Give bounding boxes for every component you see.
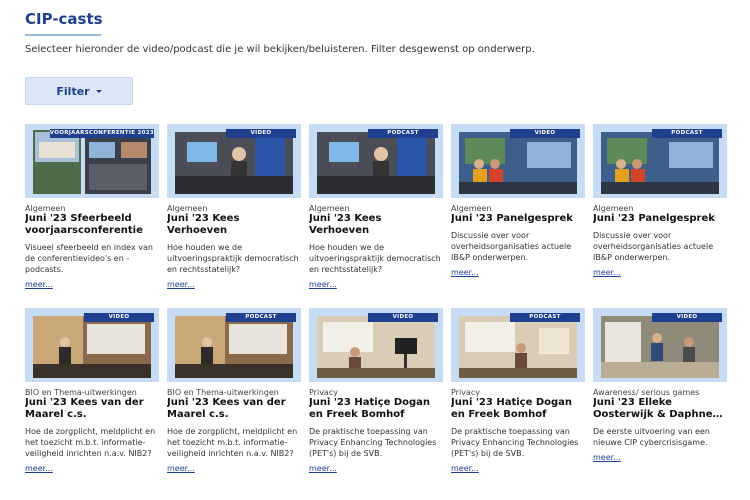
card-thumbnail[interactable]: VOORJAARSCONFERENTIE 2023 [25,124,159,198]
card-thumbnail[interactable]: VIDEO [309,308,443,382]
card-more-link[interactable]: meer... [593,268,727,277]
card-description: Discussie over voor overheidsorganisatie… [451,231,572,262]
card-category: Privacy [309,388,338,397]
card-more-link[interactable]: meer... [25,280,159,289]
media-type-badge: PODCAST [652,129,722,138]
card-title[interactable]: Juni '23 Kees Verhoeven [167,213,301,237]
card-more-link[interactable]: meer... [25,464,159,473]
card-title[interactable]: Juni '23 Kees van der Maarel c.s. [167,397,301,421]
media-type-badge: VOORJAARSCONFERENTIE 2023 [49,129,154,138]
card-category: Algemeen [167,204,208,213]
media-type-badge: VIDEO [652,313,722,322]
card-category: Privacy [451,388,480,397]
cast-card: PODCAST Algemeen Juni '23 Panelgesprek D… [593,124,727,277]
card-more-link[interactable]: meer... [309,464,443,473]
filter-button[interactable]: Filter [25,77,133,105]
card-title[interactable]: Juni '23 Elleke Oosterwijk & Daphne… [593,397,727,421]
card-more-link[interactable]: meer... [167,464,301,473]
card-thumbnail[interactable]: VIDEO [593,308,727,382]
cast-card: VOORJAARSCONFERENTIE 2023 Algemeen Juni … [25,124,159,289]
card-description: Hoe houden we de uitvoeringspraktijk dem… [167,243,299,274]
card-title[interactable]: Juni '23 Kees Verhoeven [309,213,443,237]
card-more-link[interactable]: meer... [167,280,301,289]
caret-down-icon [95,89,102,93]
card-title[interactable]: Juni '23 Panelgesprek [451,213,585,225]
card-category: Algemeen [309,204,350,213]
card-title[interactable]: Juni '23 Hatiçe Dogan en Freek Bomhof [309,397,443,421]
media-type-badge: VIDEO [368,313,438,322]
card-title[interactable]: Juni '23 Panelgesprek [593,213,727,225]
card-description: Hoe de zorgplicht, meldplicht en het toe… [167,427,298,458]
media-type-badge: PODCAST [226,313,296,322]
media-type-badge: PODCAST [368,129,438,138]
card-description: Hoe houden we de uitvoeringspraktijk dem… [309,243,441,274]
card-title[interactable]: Juni '23 Hatiçe Dogan en Freek Bomhof [451,397,585,421]
filter-button-label: Filter [56,84,90,98]
media-type-badge: VIDEO [226,129,296,138]
card-thumbnail[interactable]: PODCAST [167,308,301,382]
card-description: De praktische toepassing van Privacy Enh… [451,427,579,458]
cast-card: VIDEO Awareness/ serious games Juni '23 … [593,308,727,462]
card-title[interactable]: Juni '23 Sfeerbeeld voorjaarsconferentie [25,213,159,237]
card-category: Algemeen [593,204,634,213]
card-description: Discussie over voor overheidsorganisatie… [593,231,714,262]
card-description: Visueel sfeerbeeld en index van de confe… [25,243,153,274]
card-more-link[interactable]: meer... [593,453,727,462]
card-category: BIO en Thema-uitwerkingen [25,388,137,397]
card-thumbnail[interactable]: PODCAST [593,124,727,198]
card-thumbnail[interactable]: VIDEO [25,308,159,382]
cast-card: VIDEO Privacy Juni '23 Hatiçe Dogan en F… [309,308,443,473]
card-more-link[interactable]: meer... [451,268,585,277]
card-thumbnail[interactable]: PODCAST [309,124,443,198]
cast-card: VIDEO Algemeen Juni '23 Panelgesprek Dis… [451,124,585,277]
card-category: Algemeen [451,204,492,213]
card-description: Hoe de zorgplicht, meldplicht en het toe… [25,427,156,458]
intro-text: Selecteer hieronder de video/podcast die… [25,44,535,55]
card-category: Algemeen [25,204,66,213]
page-title: CIP-casts [25,10,103,28]
card-thumbnail[interactable]: VIDEO [167,124,301,198]
card-description: De praktische toepassing van Privacy Enh… [309,427,437,458]
title-underline [25,34,101,36]
card-thumbnail[interactable]: VIDEO [451,124,585,198]
card-more-link[interactable]: meer... [309,280,443,289]
media-type-badge: VIDEO [510,129,580,138]
card-category: Awareness/ serious games [593,388,700,397]
media-type-badge: VIDEO [84,313,154,322]
card-thumbnail[interactable]: PODCAST [451,308,585,382]
cast-card: PODCAST BIO en Thema-uitwerkingen Juni '… [167,308,301,473]
card-title[interactable]: Juni '23 Kees van der Maarel c.s. [25,397,159,421]
cast-card: VIDEO BIO en Thema-uitwerkingen Juni '23… [25,308,159,473]
cast-card: PODCAST Privacy Juni '23 Hatiçe Dogan en… [451,308,585,473]
cast-card: PODCAST Algemeen Juni '23 Kees Verhoeven… [309,124,443,289]
card-category: BIO en Thema-uitwerkingen [167,388,279,397]
cast-card: VIDEO Algemeen Juni '23 Kees Verhoeven H… [167,124,301,289]
card-more-link[interactable]: meer... [451,464,585,473]
card-description: De eerste uitvoering van een nieuwe CIP … [593,427,710,447]
media-type-badge: PODCAST [510,313,580,322]
